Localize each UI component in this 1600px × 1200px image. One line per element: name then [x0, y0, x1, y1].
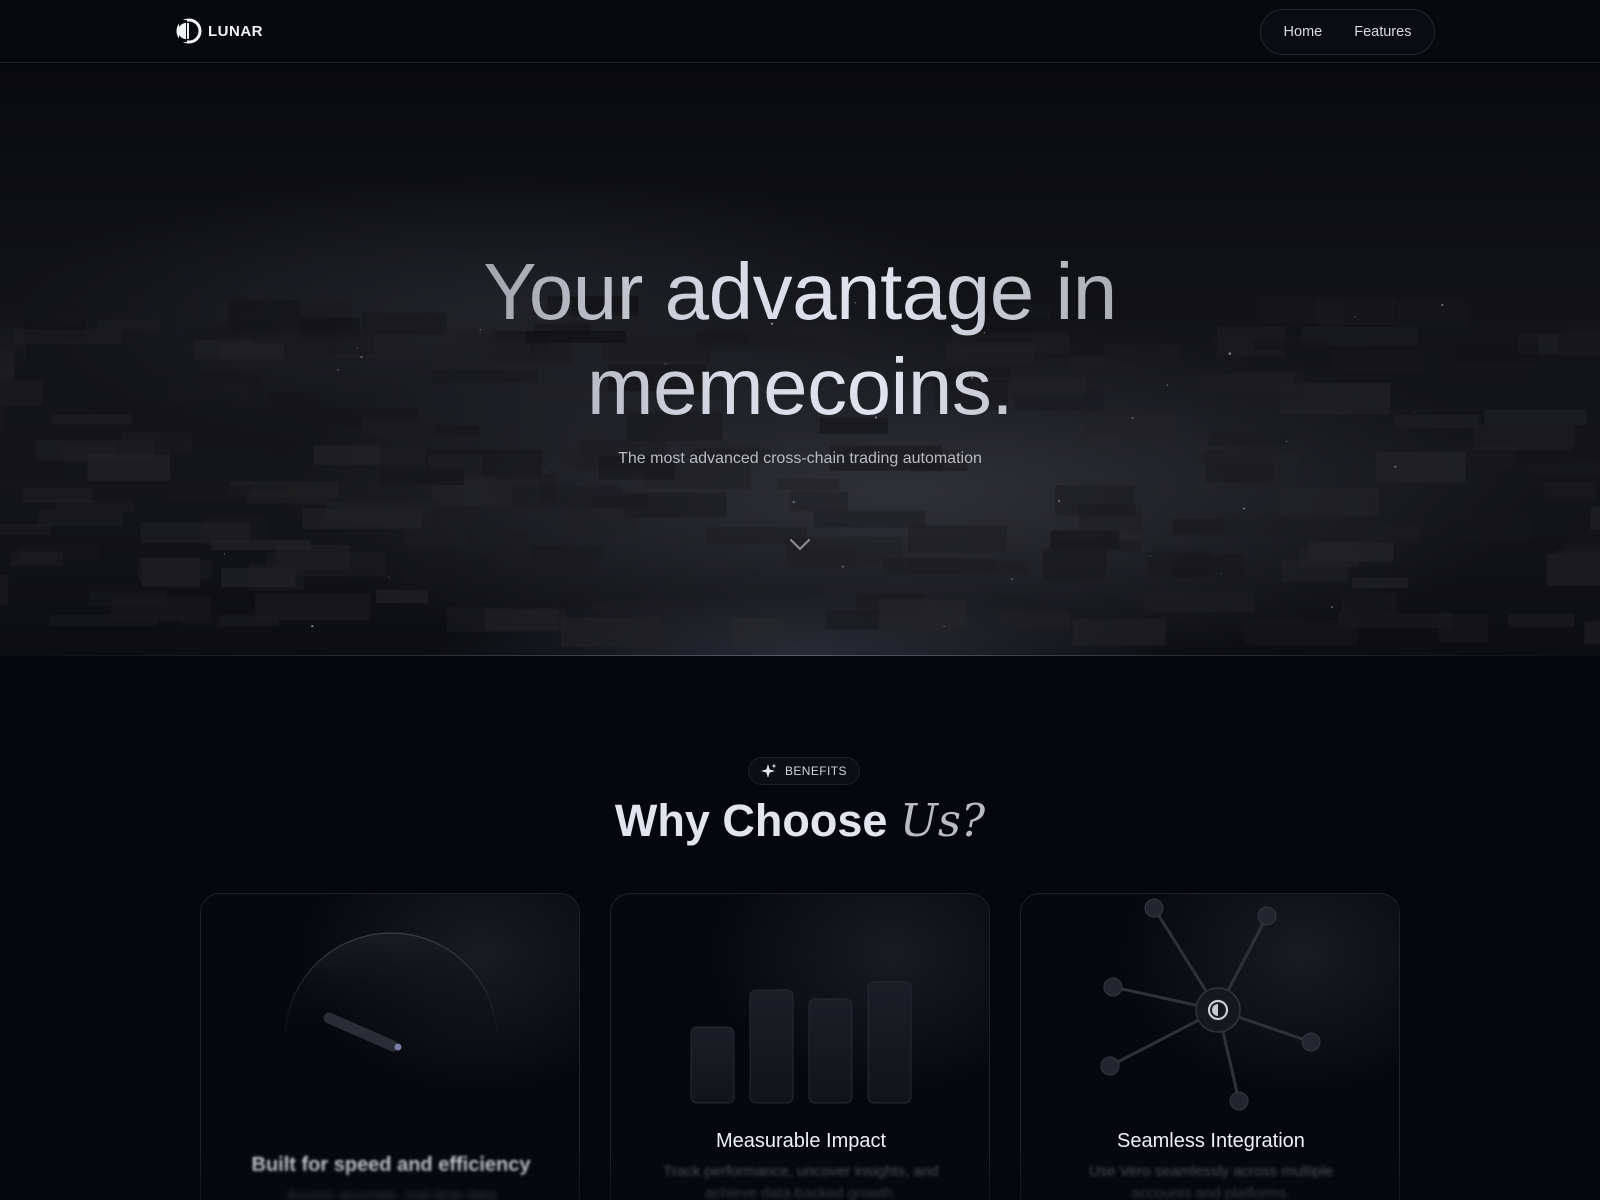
star-dot	[792, 500, 795, 504]
network-hub-icon	[1100, 898, 1321, 1111]
background-block	[1243, 619, 1358, 646]
background-block	[10, 551, 64, 567]
background-block	[1050, 530, 1120, 549]
section-title: Why Choose Us?	[0, 794, 1600, 847]
background-block	[302, 508, 421, 529]
benefits-badge: BENEFITS	[748, 757, 860, 785]
nav-menu: Home Features	[1260, 9, 1435, 55]
background-block	[1590, 506, 1600, 531]
top-nav: LUNAR Home Features	[0, 0, 1600, 63]
background-block	[1299, 549, 1359, 568]
benefit-card-speed: Built for speed and efficiency Access ac…	[200, 893, 580, 1200]
hero-title-line2: memecoins.	[586, 342, 1014, 431]
background-block	[790, 491, 849, 512]
background-block	[1508, 613, 1575, 628]
star-dot	[311, 625, 314, 628]
card-description: Access accurate, real-time data	[285, 1187, 497, 1200]
lunar-logo-icon	[176, 18, 202, 44]
benefits-badge-label: BENEFITS	[785, 764, 847, 778]
bar-chart-icon	[690, 981, 912, 1104]
background-block	[1555, 550, 1600, 578]
background-block	[137, 559, 212, 580]
background-block	[1147, 551, 1212, 578]
background-block	[996, 611, 1070, 629]
star-dot	[1243, 507, 1245, 510]
nav-link-home[interactable]: Home	[1284, 24, 1323, 40]
background-block	[908, 525, 1007, 553]
background-block	[1279, 488, 1379, 517]
benefit-card-integration: Seamless Integration Use Vero seamlessly…	[1020, 893, 1400, 1200]
background-block	[210, 539, 311, 550]
background-block	[1307, 523, 1419, 540]
background-block	[379, 468, 464, 485]
background-block	[520, 587, 588, 603]
background-block	[376, 589, 428, 604]
hero-subtitle: The most advanced cross-chain trading au…	[618, 450, 982, 467]
hero-title: Your advantage in memecoins.	[0, 244, 1600, 434]
background-block	[1341, 593, 1397, 614]
star-dot	[1331, 606, 1334, 609]
background-block	[1544, 482, 1596, 499]
background-block	[1465, 511, 1532, 541]
background-block	[1200, 518, 1315, 536]
star-dot	[1010, 577, 1013, 581]
background-block	[1584, 621, 1600, 645]
nav-link-features[interactable]: Features	[1354, 24, 1411, 40]
card-title: Seamless Integration	[1117, 1130, 1305, 1152]
background-block	[878, 599, 968, 630]
sparkle-icon	[761, 763, 777, 778]
background-block	[0, 574, 9, 605]
background-block	[475, 533, 528, 555]
background-block	[514, 557, 592, 573]
background-block	[0, 523, 51, 535]
star-dot	[1149, 555, 1152, 557]
background-block	[813, 510, 926, 528]
background-block	[181, 613, 272, 628]
background-block	[402, 553, 499, 584]
background-block	[591, 600, 707, 611]
brand-name: LUNAR	[208, 22, 263, 40]
star-dot	[223, 553, 226, 555]
star-dot	[943, 625, 945, 628]
background-block	[1043, 548, 1107, 580]
hero-title-line1: Your advantage in	[483, 247, 1117, 336]
hero-section: Your advantage in memecoins. The most ad…	[0, 64, 1600, 656]
card-title: Built for speed and efficiency	[251, 1154, 531, 1176]
hero-bottom-glow	[0, 655, 1600, 656]
star-dot	[841, 565, 844, 568]
background-block	[266, 552, 386, 577]
background-block	[166, 485, 252, 502]
star-dot	[388, 576, 390, 578]
section-title-main: Why Choose	[614, 795, 900, 846]
section-title-accent: Us?	[899, 794, 986, 847]
brand-logo[interactable]: LUNAR	[176, 16, 263, 46]
benefit-card-impact: Measurable Impact Track performance, unc…	[610, 893, 990, 1200]
background-block	[1072, 619, 1166, 646]
background-block	[1438, 613, 1489, 643]
background-block	[561, 617, 662, 648]
background-block	[731, 617, 783, 647]
card-title: Measurable Impact	[715, 1130, 887, 1152]
card-description: Track performance, uncover insights, and…	[663, 1163, 939, 1200]
background-block	[531, 546, 603, 559]
background-block	[37, 511, 123, 527]
background-block	[512, 485, 623, 508]
star-dot	[1220, 573, 1222, 575]
chevron-down-icon[interactable]	[789, 538, 811, 552]
background-block	[1143, 593, 1255, 613]
background-block	[777, 478, 840, 490]
star-dot	[1057, 500, 1061, 503]
speedometer-icon	[284, 932, 498, 1052]
background-block	[1055, 485, 1136, 516]
background-block	[446, 607, 559, 632]
background-block	[1352, 577, 1409, 589]
background-block	[22, 488, 92, 503]
background-block	[247, 491, 336, 504]
background-block	[255, 593, 371, 621]
card-description: Use Vero seamlessly across multiple acco…	[1088, 1163, 1334, 1200]
background-block	[882, 557, 995, 574]
star-dot	[1285, 440, 1288, 443]
